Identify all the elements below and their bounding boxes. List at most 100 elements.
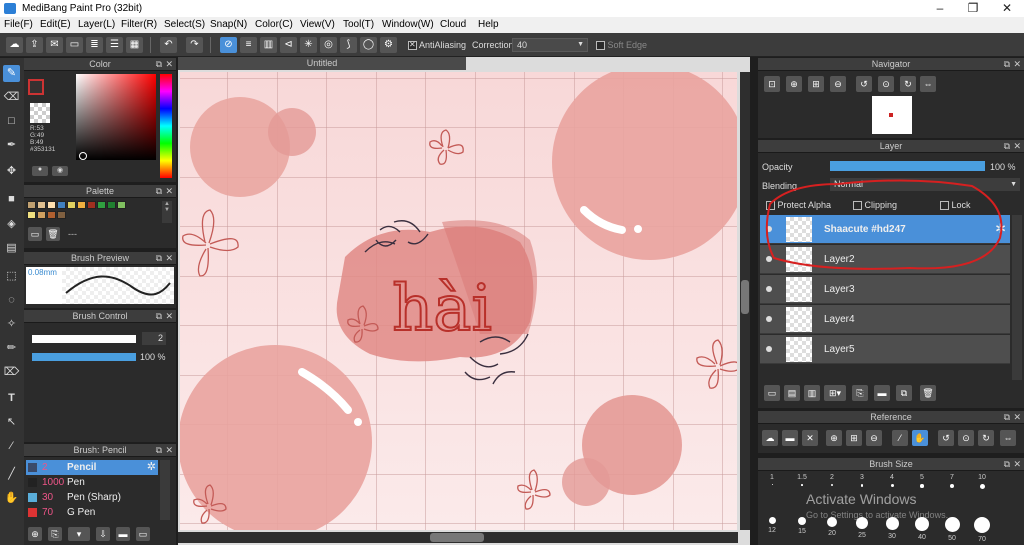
brush-download-icon[interactable]: ⇩ xyxy=(96,527,110,541)
reference-flip-icon[interactable]: ⇔ xyxy=(1000,430,1016,446)
brush-settings-gear-icon[interactable]: ✲ xyxy=(147,460,156,473)
menu-color[interactable]: Color(C) xyxy=(255,19,293,30)
canvas-vertical-scrollbar[interactable] xyxy=(740,72,750,530)
popout-icon[interactable]: ⧉ xyxy=(156,58,162,71)
reference-rotate-right-icon[interactable]: ↻ xyxy=(978,430,994,446)
navigator-thumbnail[interactable] xyxy=(872,96,912,134)
vertical-scroll-thumb[interactable] xyxy=(741,280,749,314)
rotate-right-icon[interactable]: ↻ xyxy=(900,76,916,92)
menu-edit[interactable]: Edit(E) xyxy=(40,19,71,30)
palette-swatch[interactable] xyxy=(77,201,86,209)
close-icon[interactable]: ✕ xyxy=(165,310,173,323)
menu-window[interactable]: Window(W) xyxy=(382,19,434,30)
rotate-left-icon[interactable]: ↺ xyxy=(856,76,872,92)
reference-fit-icon[interactable]: ⊞ xyxy=(846,430,862,446)
palette-swatch[interactable] xyxy=(47,201,56,209)
layer-row[interactable]: Layer3 xyxy=(760,275,1010,304)
gradient-tool-icon[interactable]: ▤ xyxy=(3,240,20,257)
palette-swatch[interactable] xyxy=(27,211,36,219)
palette-scrollbar[interactable]: ▲ ▼ xyxy=(162,201,172,223)
palette-swatch[interactable] xyxy=(37,211,46,219)
visibility-eye-icon[interactable] xyxy=(766,346,772,352)
bucket-tool-icon[interactable]: ◈ xyxy=(3,216,20,233)
divide-tool-icon[interactable]: ╱ xyxy=(3,466,20,483)
menu-tool[interactable]: Tool(T) xyxy=(343,19,374,30)
popout-icon[interactable]: ⧉ xyxy=(156,310,162,323)
eraser-tool-icon[interactable]: ⌫ xyxy=(3,89,20,106)
horizontal-scroll-thumb[interactable] xyxy=(430,533,484,542)
canvas-horizontal-scrollbar[interactable] xyxy=(178,532,738,543)
text-tool-icon[interactable]: T xyxy=(3,390,20,407)
select-eraser-tool-icon[interactable]: ⌦ xyxy=(3,364,20,381)
add-swatch-icon[interactable]: ▭ xyxy=(28,227,42,241)
close-icon[interactable]: ✕ xyxy=(165,252,173,265)
menu-filter[interactable]: Filter(R) xyxy=(121,19,157,30)
brush-size-preset[interactable]: 2 xyxy=(822,474,842,489)
layer-opacity-slider[interactable] xyxy=(830,161,985,171)
delete-swatch-icon[interactable]: 🗑 xyxy=(46,227,60,241)
color-picker-cursor[interactable] xyxy=(79,152,87,160)
antialiasing-checkbox[interactable] xyxy=(408,40,417,51)
layer-folder-icon[interactable]: ▬ xyxy=(874,385,890,401)
minimize-icon[interactable]: – xyxy=(925,1,955,15)
brush-size-preset[interactable]: 1.5 xyxy=(792,474,812,489)
zoom-actual-icon[interactable]: ⊞ xyxy=(808,76,824,92)
rotate-reset-icon[interactable]: ⊙ xyxy=(878,76,894,92)
reference-close-icon[interactable]: ✕ xyxy=(802,430,818,446)
brush-item-pencil[interactable]: 2 Pencil ✲ xyxy=(26,460,158,475)
palette-swatch[interactable] xyxy=(117,201,126,209)
snap-off-icon[interactable]: ⊘ xyxy=(220,37,237,53)
close-icon[interactable]: ✕ xyxy=(165,185,173,198)
soft-edge-toggle[interactable]: Soft Edge xyxy=(596,40,647,51)
reference-zoom-in-icon[interactable]: ⊕ xyxy=(826,430,842,446)
palette-swatch[interactable] xyxy=(37,201,46,209)
operation-tool-icon[interactable]: ↖ xyxy=(3,414,20,431)
new-halftone-layer-icon[interactable]: ▤ xyxy=(784,385,800,401)
snap-parallel-icon[interactable]: ≡ xyxy=(240,37,257,53)
dot-tool-icon[interactable]: □ xyxy=(3,113,20,130)
brush-menu-icon[interactable]: ▾ xyxy=(68,527,90,541)
popout-icon[interactable]: ⧉ xyxy=(1004,140,1010,153)
hue-slider[interactable] xyxy=(160,74,172,178)
visibility-eye-icon[interactable] xyxy=(766,316,772,322)
brush-size-preset[interactable]: 3 xyxy=(852,474,872,490)
move-tool-icon[interactable]: ✥ xyxy=(3,163,20,180)
brush-size-preset[interactable]: 5 xyxy=(912,474,932,491)
brush-size-preset[interactable]: 70 xyxy=(972,514,992,543)
close-icon[interactable]: ✕ xyxy=(165,444,173,457)
layer-row[interactable]: Layer5 xyxy=(760,335,1010,364)
brush-folder-icon[interactable]: ▬ xyxy=(116,527,130,541)
comment-icon[interactable]: ✉ xyxy=(46,37,63,53)
close-icon[interactable]: ✕ xyxy=(1013,458,1021,471)
menu-view[interactable]: View(V) xyxy=(300,19,335,30)
fill-rect-tool-icon[interactable]: ■ xyxy=(3,191,20,208)
soft-edge-checkbox[interactable] xyxy=(596,41,605,51)
reference-cloud-icon[interactable]: ☁ xyxy=(762,430,778,446)
zoom-in-icon[interactable]: ⊕ xyxy=(786,76,802,92)
cloud-icon[interactable]: ☁ xyxy=(6,37,23,53)
palette-swatch[interactable] xyxy=(47,211,56,219)
undo-icon[interactable]: ↶ xyxy=(160,37,177,53)
brush-delete-icon[interactable]: ▭ xyxy=(136,527,150,541)
menu-help[interactable]: Help xyxy=(478,19,499,30)
brush-list-scrollbar[interactable] xyxy=(160,460,170,520)
menu-layer[interactable]: Layer(L) xyxy=(78,19,115,30)
brush-size-preset[interactable]: 7 xyxy=(942,474,962,491)
select-pen-tool-icon[interactable]: ✏ xyxy=(3,340,20,357)
add-brush-icon[interactable]: ⊕ xyxy=(28,527,42,541)
popout-icon[interactable]: ⧉ xyxy=(156,444,162,457)
menu-file[interactable]: File(F) xyxy=(4,19,33,30)
merge-layer-icon[interactable]: ⧉ xyxy=(896,385,912,401)
zoom-out-icon[interactable]: ⊖ xyxy=(830,76,846,92)
hand-tool-icon[interactable]: ✋ xyxy=(3,490,20,507)
popout-icon[interactable]: ⧉ xyxy=(1004,411,1010,424)
popout-icon[interactable]: ⧉ xyxy=(1004,458,1010,471)
brush-size-preset[interactable]: 4 xyxy=(882,474,902,490)
brush-copy-icon[interactable]: ⎘ xyxy=(48,527,62,541)
reference-rotate-reset-icon[interactable]: ⊙ xyxy=(958,430,974,446)
palette-swatch[interactable] xyxy=(57,201,66,209)
reference-eyedropper-icon[interactable]: ⁄ xyxy=(892,430,908,446)
snap-circle-icon[interactable]: ◎ xyxy=(320,37,337,53)
brush-size-preset[interactable]: 10 xyxy=(972,474,992,492)
grid-icon[interactable]: ▦ xyxy=(126,37,143,53)
